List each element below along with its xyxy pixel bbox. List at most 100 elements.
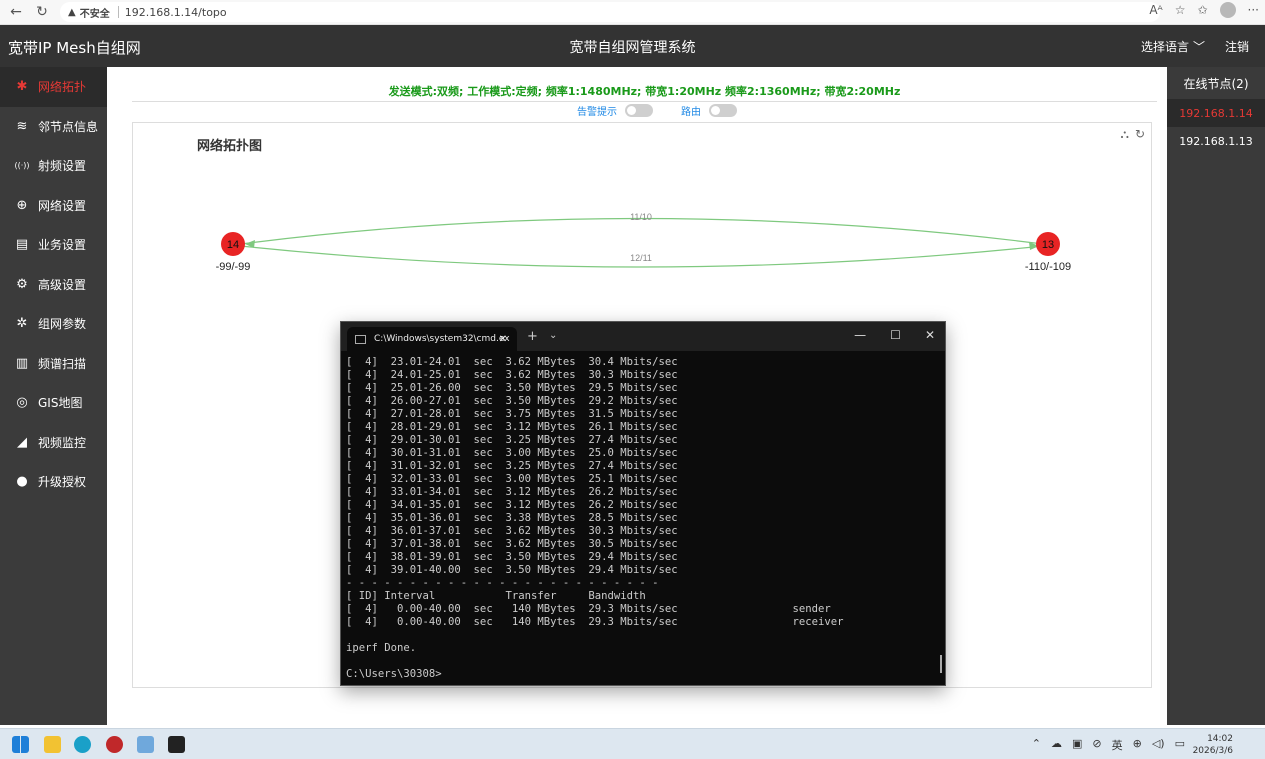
terminal-line: [ 4] 25.01-26.00 sec 3.50 MBytes 29.5 Mb… — [346, 382, 678, 394]
clock-date: 2026/3/6 — [1192, 746, 1233, 756]
terminal-icon — [355, 334, 366, 344]
terminal-prompt[interactable]: C:\Users\30308> — [346, 668, 940, 681]
sidebar-item-label: 网络拓扑 — [38, 80, 87, 95]
terminal-line: [ ID] Interval Transfer Bandwidth — [346, 590, 646, 602]
more-menu-icon[interactable]: ··· — [1248, 3, 1259, 17]
sidebar-item-label: 高级设置 — [38, 277, 87, 292]
app-tray-icon[interactable]: ▣ — [1072, 737, 1082, 753]
no-disturb-icon[interactable]: ⊘ — [1092, 737, 1101, 753]
sidebar-item-label: 组网参数 — [38, 317, 87, 332]
insecure-label: 不安全 — [79, 8, 110, 20]
upgrade-icon: ● — [16, 474, 28, 490]
sidebar-item-mesh-params[interactable]: ✲ 组网参数 — [0, 304, 107, 344]
language-select[interactable]: 选择语言 ﹀ — [1141, 38, 1205, 55]
sidebar-item-gis[interactable]: ◎ GIS地图 — [0, 383, 107, 423]
cmd-window[interactable]: C:\Windows\system32\cmd.ex ✕ + ⌄ — ☐ ✕ [… — [340, 321, 946, 686]
online-node-item[interactable]: 192.168.1.13 — [1167, 127, 1265, 155]
app-header: 宽带IP Mesh自组网 宽带自组网管理系统 选择语言 ﹀ 注销 — [0, 25, 1265, 67]
online-node-item[interactable]: 192.168.1.14 — [1167, 99, 1265, 127]
network-icon[interactable]: ⊕ — [1133, 737, 1142, 753]
terminal-taskbar-icon[interactable] — [168, 736, 185, 753]
mode-status-line: 发送模式:双频; 工作模式:定频; 频率1:1480MHz; 带宽1:20MHz… — [132, 83, 1157, 102]
node-id: 14 — [227, 239, 239, 251]
maximize-icon[interactable]: ☐ — [890, 328, 901, 342]
terminal-line: [ 4] 26.00-27.01 sec 3.50 MBytes 29.2 Mb… — [346, 395, 678, 407]
sidebar-item-video[interactable]: ◢ 视频监控 — [0, 423, 107, 463]
terminal-line: [ 4] 23.01-24.01 sec 3.62 MBytes 30.4 Mb… — [346, 356, 678, 368]
terminal-tab[interactable]: C:\Windows\system32\cmd.ex ✕ — [347, 327, 517, 351]
terminal-titlebar[interactable]: C:\Windows\system32\cmd.ex ✕ + ⌄ — ☐ ✕ — [341, 322, 945, 351]
service-icon: ▤ — [15, 237, 29, 253]
sidebar-item-label: 频谱扫描 — [38, 356, 87, 371]
terminal-line: [ 4] 24.01-25.01 sec 3.62 MBytes 30.3 Mb… — [346, 369, 678, 381]
window-controls: — ☐ ✕ — [854, 328, 935, 342]
sidebar-item-upgrade[interactable]: ● 升级授权 — [0, 462, 107, 502]
sidebar-item-label: 视频监控 — [38, 435, 87, 450]
link-13-to-14 — [240, 217, 1044, 245]
node-signal: -99/-99 — [216, 261, 251, 273]
terminal-line: [ 4] 0.00-40.00 sec 140 MBytes 29.3 Mbit… — [346, 616, 844, 628]
route-toggle[interactable] — [709, 104, 737, 117]
back-arrow-icon[interactable]: ← — [6, 2, 26, 22]
remote-desktop-icon[interactable] — [137, 736, 154, 753]
chevron-down-icon[interactable]: ⌄ — [549, 330, 557, 341]
taskbar: ⌃ ☁ ▣ ⊘ 英 ⊕ ◁) ▭ 14:02 2026/3/6 — [0, 728, 1265, 759]
sidebar-item-spectrum[interactable]: ▥ 频谱扫描 — [0, 344, 107, 384]
profile-avatar[interactable] — [1219, 2, 1236, 18]
close-icon[interactable]: ✕ — [925, 328, 935, 342]
address-bar[interactable]: ▲ 不安全 192.168.1.14/topo — [60, 2, 1160, 22]
read-aloud-icon[interactable]: Aᴬ — [1149, 3, 1162, 17]
minimize-icon[interactable]: — — [854, 328, 866, 342]
favorite-star-icon[interactable]: ☆ — [1175, 3, 1186, 17]
new-tab-icon[interactable]: + — [527, 329, 538, 344]
terminal-line: [ 4] 28.01-29.01 sec 3.12 MBytes 26.1 Mb… — [346, 421, 678, 433]
sidebar-item-service[interactable]: ▤ 业务设置 — [0, 225, 107, 265]
battery-icon[interactable]: ▭ — [1175, 737, 1185, 753]
browser-toolbar: ← ↻ ▲ 不安全 192.168.1.14/topo Aᴬ ☆ ✩ ··· — [0, 0, 1265, 25]
terminal-line: [ 4] 30.01-31.01 sec 3.00 MBytes 25.0 Mb… — [346, 447, 678, 459]
link-label: 11/10 — [630, 212, 652, 222]
online-nodes-panel: 在线节点(2) 192.168.1.14 192.168.1.13 — [1167, 67, 1265, 725]
sidebar-item-rf[interactable]: ((·)) 射频设置 — [0, 146, 107, 186]
terminal-scrollbar[interactable] — [940, 655, 942, 673]
taskbar-clock[interactable]: 14:02 2026/3/6 — [1193, 733, 1233, 757]
node-id: 13 — [1042, 239, 1054, 251]
ime-indicator[interactable]: 英 — [1112, 737, 1123, 753]
link-label: 12/11 — [630, 253, 652, 263]
alarm-label: 告警提示 — [577, 107, 617, 118]
logout-button[interactable]: 注销 — [1225, 38, 1249, 55]
tab-close-icon[interactable]: ✕ — [499, 334, 507, 345]
cloud-icon[interactable]: ☁ — [1051, 737, 1062, 753]
node-signal: -110/-109 — [1025, 261, 1071, 273]
terminal-line: [ 4] 32.01-33.01 sec 3.00 MBytes 25.1 Mb… — [346, 473, 678, 485]
online-nodes-title: 在线节点(2) — [1183, 77, 1249, 91]
terminal-line: [ 4] 27.01-28.01 sec 3.75 MBytes 31.5 Mb… — [346, 408, 678, 420]
camera-icon: ◢ — [17, 434, 27, 450]
favorites-list-icon[interactable]: ✩ — [1197, 3, 1207, 17]
chevron-up-icon[interactable]: ⌃ — [1032, 737, 1041, 753]
sidebar-item-label: GIS地图 — [38, 396, 83, 411]
windows-start-icon[interactable] — [12, 736, 29, 753]
sidebar-item-label: 网络设置 — [38, 198, 87, 213]
sidebar-item-network[interactable]: ⊕ 网络设置 — [0, 186, 107, 226]
refresh-icon[interactable]: ↻ — [32, 2, 52, 22]
terminal-output[interactable]: [ 4] 23.01-24.01 sec 3.62 MBytes 30.4 Mb… — [341, 351, 945, 685]
sidebar-item-advanced[interactable]: ⚙ 高级设置 — [0, 265, 107, 305]
terminal-line: - - - - - - - - - - - - - - - - - - - - … — [346, 577, 659, 589]
neighbor-icon: ≋ — [16, 118, 28, 134]
app-icon[interactable] — [106, 736, 123, 753]
url-text: 192.168.1.14/topo — [124, 5, 227, 19]
file-explorer-icon[interactable] — [44, 736, 61, 753]
sidebar-item-label: 邻节点信息 — [38, 119, 99, 134]
sidebar: ✱ 网络拓扑 ≋ 邻节点信息 ((·)) 射频设置 ⊕ 网络设置 ▤ 业务设置 … — [0, 67, 107, 725]
system-tray: ⌃ ☁ ▣ ⊘ 英 ⊕ ◁) ▭ — [1032, 737, 1185, 753]
edge-browser-icon[interactable] — [74, 736, 91, 753]
alarm-toggle[interactable] — [625, 104, 653, 117]
sidebar-item-topology[interactable]: ✱ 网络拓扑 — [0, 67, 107, 107]
volume-icon[interactable]: ◁) — [1152, 737, 1165, 753]
sidebar-item-neighbor[interactable]: ≋ 邻节点信息 — [0, 107, 107, 147]
browser-actions: Aᴬ ☆ ✩ ··· — [1149, 2, 1259, 18]
network-param-icon: ✲ — [16, 316, 28, 332]
